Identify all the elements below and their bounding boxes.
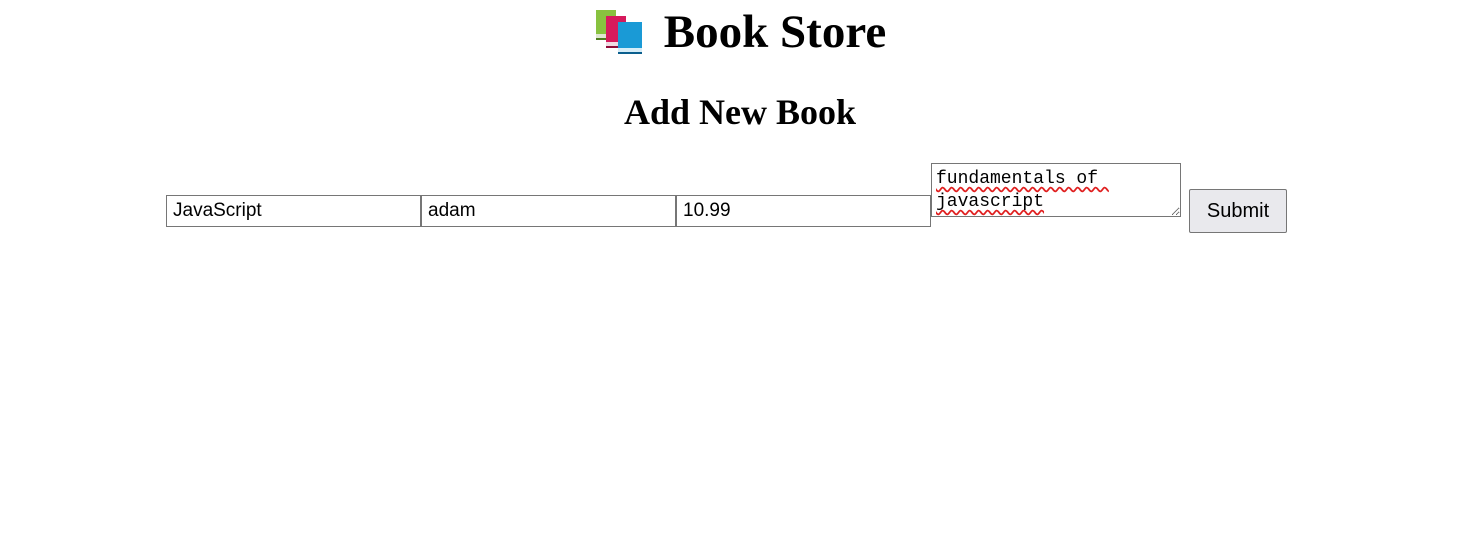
books-icon xyxy=(594,8,646,56)
author-input[interactable] xyxy=(421,195,676,227)
site-header: Book Store xyxy=(0,0,1480,64)
description-textarea[interactable]: fundamentals of javascript xyxy=(931,163,1181,217)
site-title-text: Book Store xyxy=(663,5,887,58)
price-input[interactable] xyxy=(676,195,931,227)
add-book-heading: Add New Book xyxy=(623,92,857,132)
submit-button[interactable]: Submit xyxy=(1189,189,1287,233)
title-input[interactable] xyxy=(166,195,421,227)
add-book-form: fundamentals of javascript Submit xyxy=(166,163,1296,243)
site-title: Book Store xyxy=(594,8,886,56)
